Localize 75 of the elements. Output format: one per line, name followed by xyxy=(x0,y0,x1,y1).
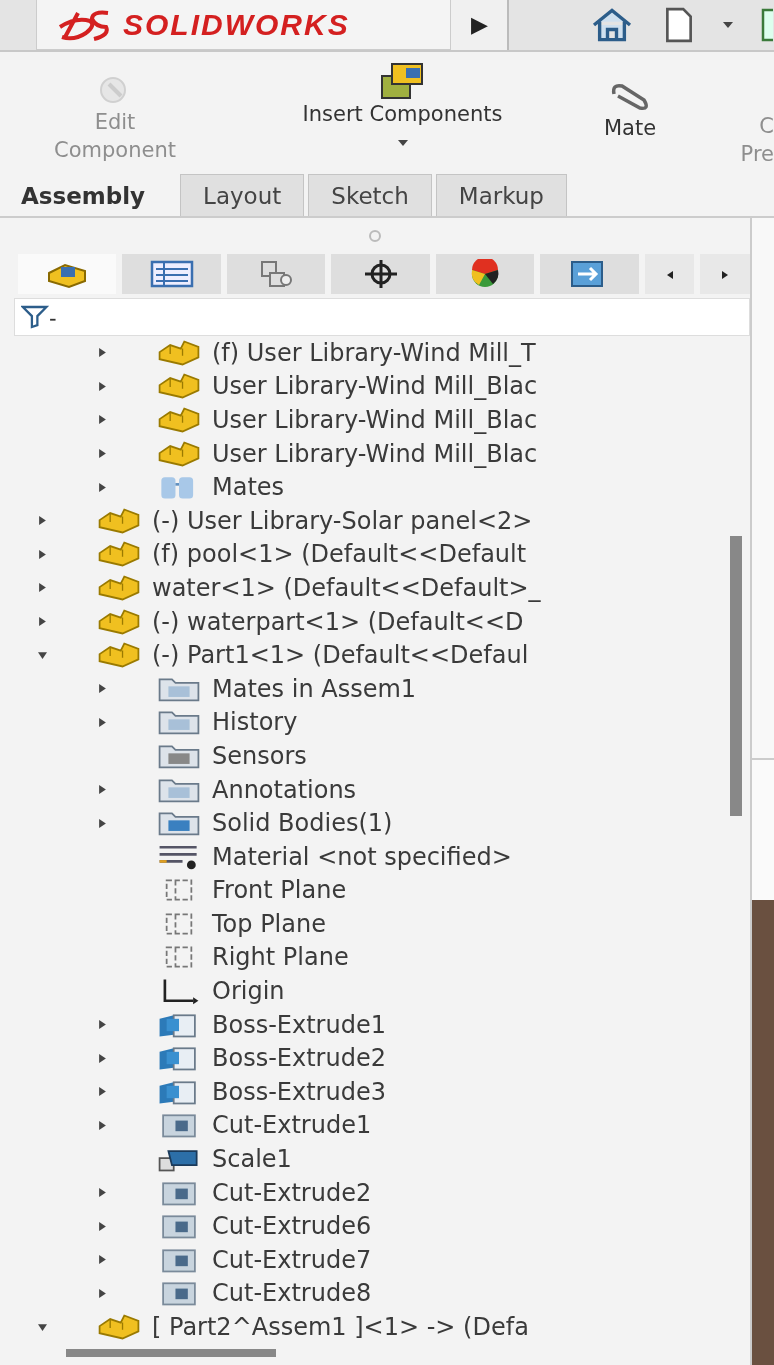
tree-item[interactable]: History xyxy=(212,708,298,737)
logo-text: SOLIDWORKS xyxy=(123,7,350,42)
expand-arrow-icon[interactable] xyxy=(98,1020,107,1030)
tree-item[interactable]: Boss-Extrude1 xyxy=(212,1010,386,1039)
ribbon-tab[interactable]: Markup xyxy=(435,174,567,216)
tree-item[interactable]: (-) User Library-Solar panel<2> xyxy=(152,506,533,535)
tree-item[interactable]: [ Part2^Assem1 ]<1> -> (Defa xyxy=(152,1313,529,1341)
tree-item[interactable]: User Library-Wind Mill_Blac xyxy=(212,439,538,468)
ribbon-button[interactable]: Insert Components xyxy=(230,52,575,170)
tree-item[interactable]: Boss-Extrude3 xyxy=(212,1077,386,1106)
expand-arrow-icon[interactable] xyxy=(98,1221,107,1231)
logo-tab[interactable]: SOLIDWORKS xyxy=(36,0,451,50)
tree-item[interactable]: User Library-Wind Mill_Blac xyxy=(212,372,538,401)
tree-item[interactable]: Boss-Extrude2 xyxy=(212,1044,386,1073)
tree-item[interactable]: Annotations xyxy=(212,775,357,804)
expand-arrow-icon[interactable] xyxy=(38,617,47,627)
scrollbar-thumb[interactable] xyxy=(66,1349,276,1357)
tree-item[interactable]: Solid Bodies(1) xyxy=(212,809,393,838)
expand-arrow-icon[interactable] xyxy=(98,785,107,794)
ribbon-button[interactable]: Mate xyxy=(575,52,685,170)
expand-arrow-icon[interactable] xyxy=(98,1120,107,1130)
tree-item[interactable]: (f) User Library-Wind Mill_T xyxy=(212,338,536,367)
list-icon xyxy=(149,259,194,289)
ribbon-tab[interactable]: Layout xyxy=(180,174,305,216)
tree-item[interactable]: Mates in Assem1 xyxy=(212,674,417,703)
document-icon[interactable] xyxy=(761,7,773,43)
manager-tab[interactable] xyxy=(331,254,430,294)
tree-item[interactable]: Material <not specified> xyxy=(212,842,512,871)
expand-arrow-icon[interactable] xyxy=(98,1188,107,1198)
manager-tab[interactable] xyxy=(540,254,639,294)
expand-arrow-icon[interactable] xyxy=(98,381,107,391)
tree-item[interactable]: Cut-Extrude2 xyxy=(212,1178,372,1207)
tree-item[interactable]: Cut-Extrude6 xyxy=(212,1212,372,1241)
expand-arrow-icon[interactable] xyxy=(38,516,47,526)
tree-item[interactable]: Cut-Extrude7 xyxy=(212,1245,372,1274)
expand-arrow-icon[interactable] xyxy=(98,348,107,358)
tree-item[interactable]: (f) pool<1> (Default<<Default xyxy=(152,540,527,569)
expand-arrow-icon[interactable] xyxy=(98,1053,107,1063)
tree-item[interactable]: Cut-Extrude8 xyxy=(212,1279,372,1308)
right-arrow-icon xyxy=(722,270,729,279)
left-arrow-icon xyxy=(666,270,673,279)
expand-arrow-icon[interactable] xyxy=(38,650,47,660)
manager-tab[interactable] xyxy=(435,254,535,294)
new-document-icon[interactable] xyxy=(663,7,695,43)
expand-arrow-icon[interactable] xyxy=(98,415,107,425)
caret-icon[interactable] xyxy=(397,140,408,146)
expand-arrow-icon[interactable] xyxy=(98,1087,107,1097)
expand-arrow-icon[interactable] xyxy=(98,717,107,727)
expand-arrow-icon[interactable] xyxy=(98,818,107,828)
tree-item[interactable]: User Library-Wind Mill_Blac xyxy=(212,406,538,434)
tree-item[interactable]: Right Plane xyxy=(212,943,349,972)
tree-item[interactable]: Cut-Extrude1 xyxy=(212,1111,372,1140)
tree-item[interactable]: Top Plane xyxy=(212,909,326,938)
expand-arrow-icon[interactable] xyxy=(98,482,107,492)
expand-arrow-icon[interactable] xyxy=(98,1255,107,1265)
caret-icon[interactable] xyxy=(723,22,733,28)
tree-item[interactable]: (-) waterpart<1> (Default<<D xyxy=(152,607,524,636)
tree-item[interactable]: Origin xyxy=(212,977,285,1006)
collapse-handle[interactable] xyxy=(369,230,381,242)
filter-field[interactable] xyxy=(14,298,750,336)
tree-item[interactable]: Sensors xyxy=(212,741,307,770)
expand-arrow-icon[interactable] xyxy=(98,1288,107,1298)
ribbon-tab[interactable]: Sketch xyxy=(308,174,432,216)
tree-item[interactable]: (-) Part1<1> (Default<<Defaul xyxy=(152,641,529,670)
expand-arrow-icon[interactable] xyxy=(98,684,107,694)
expand-arrow-icon[interactable] xyxy=(98,449,107,459)
expand-arrow-icon[interactable] xyxy=(38,549,47,559)
tree-item[interactable]: Scale1 xyxy=(212,1145,292,1174)
tree-item[interactable]: water<1> (Default<<Default>_ xyxy=(152,573,541,602)
scrollbar-thumb[interactable] xyxy=(730,536,742,816)
tree-item[interactable]: Front Plane xyxy=(212,876,347,905)
expand-arrow-icon[interactable] xyxy=(38,583,47,593)
expand-button[interactable]: ▶ xyxy=(451,0,509,50)
tree-item[interactable]: Mates xyxy=(212,473,285,502)
expand-arrow-icon[interactable] xyxy=(38,1322,47,1332)
